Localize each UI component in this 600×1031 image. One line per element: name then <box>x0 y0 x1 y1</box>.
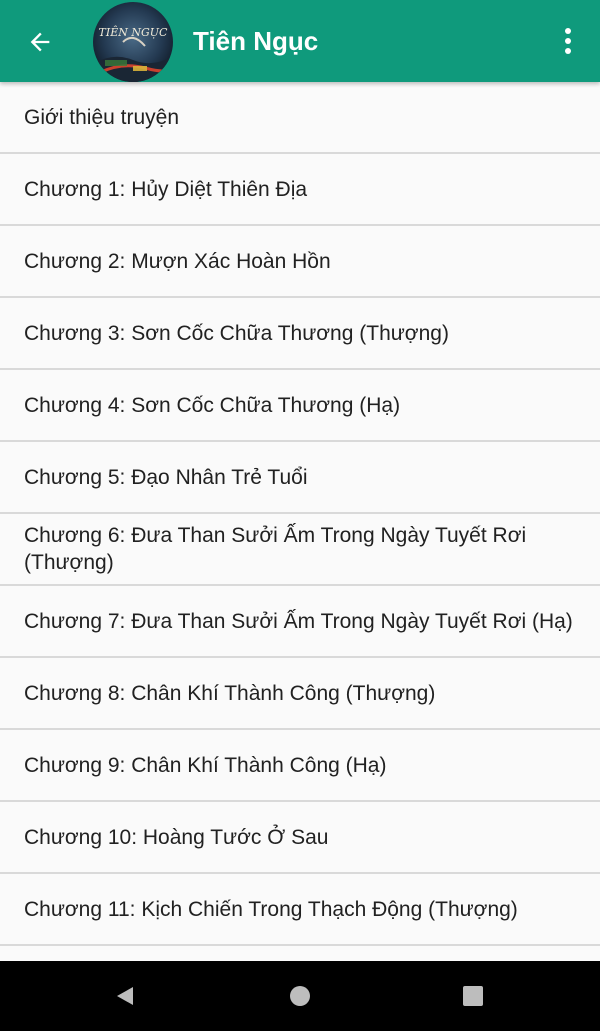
list-item-label: Chương 3: Sơn Cốc Chữa Thương (Thượng) <box>24 321 449 345</box>
nav-home-circle-icon <box>290 986 310 1006</box>
nav-back-triangle-icon <box>117 987 133 1005</box>
list-item-chapter-1[interactable]: Chương 1: Hủy Diệt Thiên Địa <box>0 154 600 226</box>
list-item-chapter-9[interactable]: Chương 9: Chân Khí Thành Công (Hạ) <box>0 730 600 802</box>
list-item-chapter-8[interactable]: Chương 8: Chân Khí Thành Công (Thượng) <box>0 658 600 730</box>
chapter-list[interactable]: Giới thiệu truyện Chương 1: Hủy Diệt Thi… <box>0 82 600 961</box>
list-item-label: Chương 1: Hủy Diệt Thiên Địa <box>24 177 308 201</box>
list-item-chapter-5[interactable]: Chương 5: Đạo Nhân Trẻ Tuổi <box>0 442 600 514</box>
list-item-label: Chương 9: Chân Khí Thành Công (Hạ) <box>24 753 387 777</box>
list-item-label: Chương 11: Kịch Chiến Trong Thạch Động (… <box>24 897 518 921</box>
nav-home-button[interactable] <box>275 971 325 1021</box>
nav-recents-square-icon <box>463 986 483 1006</box>
nav-back-button[interactable] <box>100 971 150 1021</box>
list-item-label: Chương 8: Chân Khí Thành Công (Thượng) <box>24 681 436 705</box>
nav-recents-button[interactable] <box>448 971 498 1021</box>
list-item-chapter-2[interactable]: Chương 2: Mượn Xác Hoàn Hồn <box>0 226 600 298</box>
list-item-chapter-7[interactable]: Chương 7: Đưa Than Sưởi Ấm Trong Ngày Tu… <box>0 586 600 658</box>
arrow-left-icon <box>30 32 50 52</box>
cover-title: TIÊN NGỤC <box>99 25 169 39</box>
list-item-label: Chương 7: Đưa Than Sưởi Ấm Trong Ngày Tu… <box>24 609 573 633</box>
app-window: TIÊN NGỤC Tiên Ngục Giới thiệu truyện Ch… <box>0 0 600 1031</box>
list-item-label: Chương 2: Mượn Xác Hoàn Hồn <box>24 249 331 273</box>
more-vertical-icon <box>565 28 571 54</box>
overflow-menu-button[interactable] <box>548 18 588 64</box>
list-item-chapter-11[interactable]: Chương 11: Kịch Chiến Trong Thạch Động (… <box>0 874 600 946</box>
list-item-label: Chương 6: Đưa Than Sưởi Ấm Trong Ngày Tu… <box>24 524 527 574</box>
back-button[interactable] <box>14 16 66 68</box>
list-item-label: Chương 4: Sơn Cốc Chữa Thương (Hạ) <box>24 393 401 417</box>
list-item-label: Chương 5: Đạo Nhân Trẻ Tuổi <box>24 465 308 489</box>
list-item-label: Giới thiệu truyện <box>24 105 180 129</box>
list-item-intro[interactable]: Giới thiệu truyện <box>0 82 600 154</box>
list-item-label: Chương 10: Hoàng Tước Ở Sau <box>24 825 329 849</box>
system-navigation-bar <box>0 961 600 1031</box>
list-item-chapter-10[interactable]: Chương 10: Hoàng Tước Ở Sau <box>0 802 600 874</box>
list-item-chapter-4[interactable]: Chương 4: Sơn Cốc Chữa Thương (Hạ) <box>0 370 600 442</box>
list-item-chapter-6[interactable]: Chương 6: Đưa Than Sưởi Ấm Trong Ngày Tu… <box>0 514 600 586</box>
book-cover-avatar: TIÊN NGỤC <box>93 2 173 82</box>
list-item-chapter-3[interactable]: Chương 3: Sơn Cốc Chữa Thương (Thượng) <box>0 298 600 370</box>
app-toolbar: TIÊN NGỤC Tiên Ngục <box>0 0 600 82</box>
page-title: Tiên Ngục <box>193 26 319 56</box>
